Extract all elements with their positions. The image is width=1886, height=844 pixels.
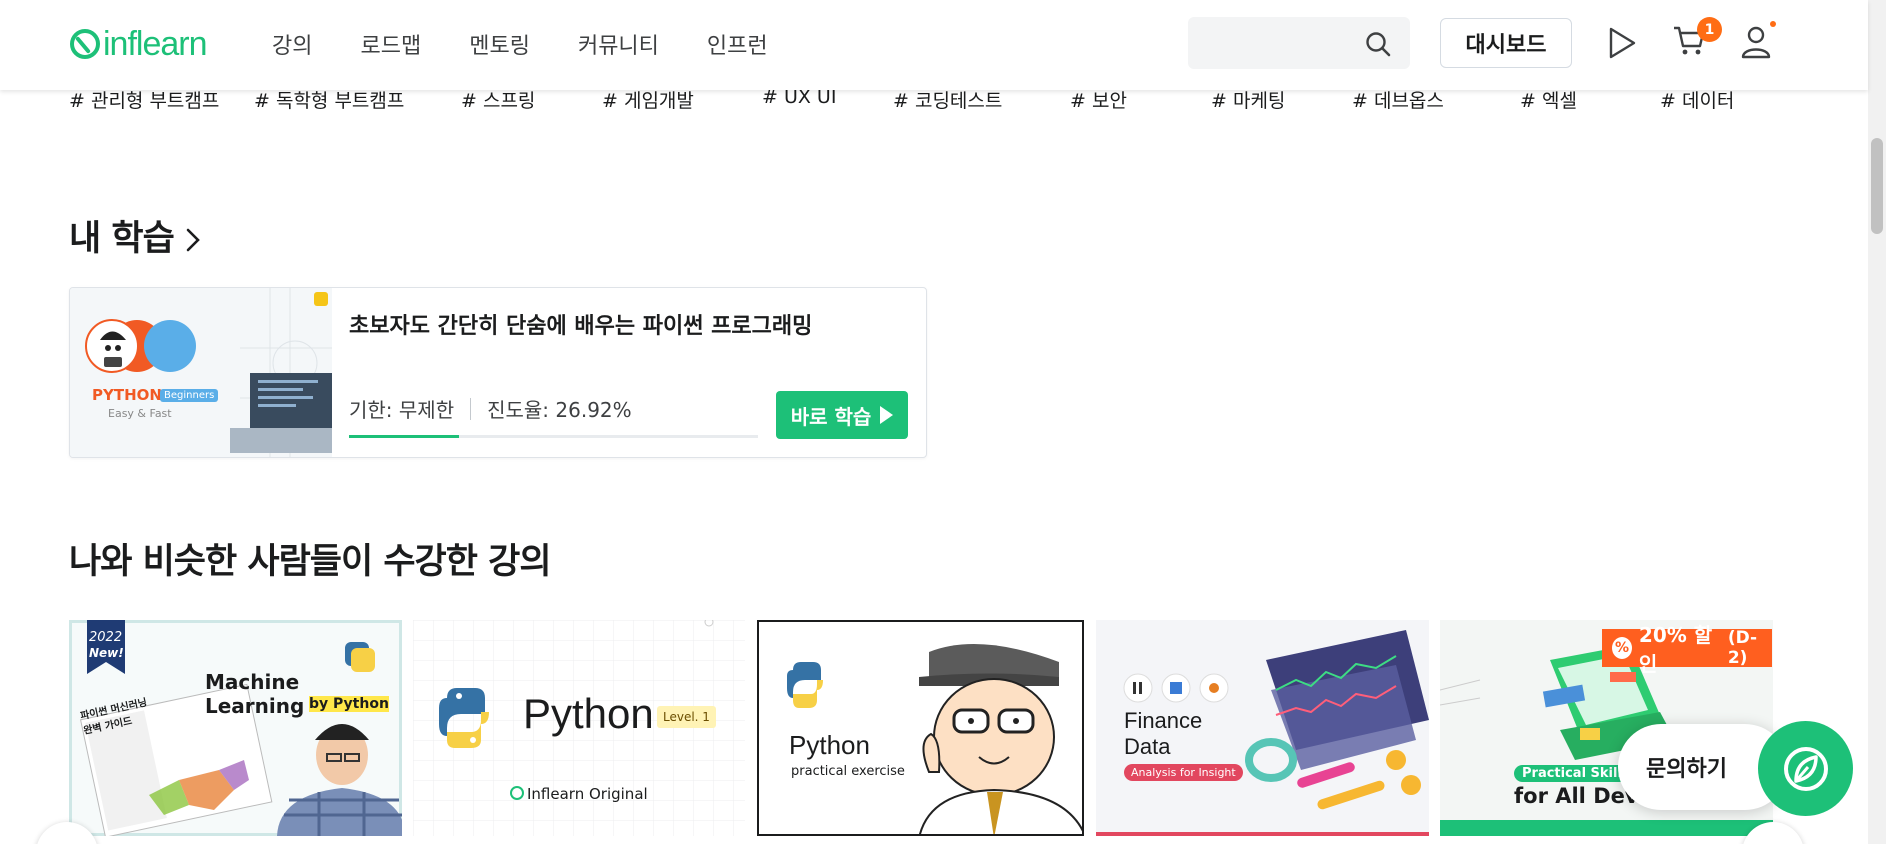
- tag-managed-bootcamp[interactable]: # 관리형 부트캠프: [69, 86, 219, 113]
- course-card-machine-learning[interactable]: 2022 New! Machine Learning by Python 파이썬…: [69, 620, 402, 836]
- inflearn-logo[interactable]: inflearn: [70, 24, 208, 63]
- python-practical-thumbnail-art: [787, 644, 1082, 834]
- tag-game-dev[interactable]: # 게임개발: [602, 86, 694, 113]
- course-skill-tag: Practical Skill: [1514, 765, 1630, 782]
- chat-leaf-icon[interactable]: [1758, 721, 1853, 816]
- course-card-python-practical[interactable]: Python practical exercise: [757, 620, 1084, 836]
- learning-period: 기한: 무제한: [349, 398, 455, 422]
- logo-mark-icon: [70, 29, 100, 59]
- course-new-badge: New!: [89, 646, 124, 660]
- course-tag-insight: Analysis for Insight: [1124, 764, 1243, 781]
- inquiry-label: 문의하기: [1646, 757, 1727, 782]
- tag-self-bootcamp[interactable]: # 독학형 부트캠프: [254, 86, 404, 113]
- tag-marketing[interactable]: # 마케팅: [1211, 86, 1285, 113]
- python-beginner-thumbnail-art: [70, 288, 332, 457]
- tag-data[interactable]: # 데이터: [1660, 86, 1734, 113]
- my-learning-card[interactable]: PYTHON Beginners Easy & Fast 초보자도 간단히 단숨…: [69, 287, 927, 458]
- course-subtitle-practical: practical exercise: [791, 764, 905, 779]
- progress-bar-fill: [349, 435, 460, 438]
- search-icon[interactable]: [1364, 30, 1392, 58]
- page-scrollbar[interactable]: [1868, 0, 1886, 844]
- tag-coding-test[interactable]: # 코딩테스트: [893, 86, 1002, 113]
- main-nav: 강의 로드맵 멘토링 커뮤니티 인프런: [272, 28, 816, 60]
- my-learning-title-text: 내 학습: [69, 219, 175, 259]
- thumb-subtitle: Easy & Fast: [108, 407, 172, 420]
- learning-course-title[interactable]: 초보자도 간단히 단숨에 배우는 파이썬 프로그래밍: [349, 308, 812, 340]
- learning-meta: 기한: 무제한 진도율: 26.92%: [349, 394, 632, 423]
- course-level-badge: Level. 1: [657, 706, 716, 728]
- thumb-beginners-tag: Beginners: [160, 389, 219, 402]
- nav-item-mentoring[interactable]: 멘토링: [469, 28, 530, 60]
- leaf-icon: [1783, 746, 1828, 791]
- notification-dot: [1770, 21, 1776, 27]
- course-subtitle-ml: by Python: [309, 696, 389, 712]
- discount-percent-icon: %: [1612, 637, 1632, 659]
- page: inflearn 강의 로드맵 멘토링 커뮤니티 인프런 대시보드 1 # 관리…: [0, 0, 1886, 844]
- course-thumbnail[interactable]: PYTHON Beginners Easy & Fast: [70, 288, 332, 457]
- scrollbar-thumb[interactable]: [1871, 138, 1883, 234]
- nav-item-courses[interactable]: 강의: [272, 28, 312, 60]
- play-triangle-icon: [880, 406, 894, 424]
- course-title-data: Data: [1124, 734, 1171, 759]
- my-learning-title[interactable]: 내 학습: [69, 210, 202, 261]
- course-card-python-level1[interactable]: Python Level. 1 Inflearn Original: [413, 620, 745, 836]
- tag-excel[interactable]: # 엑셀: [1520, 86, 1577, 113]
- course-brand-original: Inflearn Original: [527, 785, 648, 803]
- course-title-python-practical: Python: [789, 730, 870, 760]
- tag-spring[interactable]: # 스프링: [461, 86, 535, 113]
- recommended-section-title: 나와 비슷한 사람들이 수강한 강의: [69, 542, 552, 582]
- learning-progress-label: 진도율: 26.92%: [487, 398, 632, 422]
- nav-item-inflearn[interactable]: 인프런: [707, 28, 768, 60]
- continue-learning-button[interactable]: 바로 학습: [776, 391, 908, 439]
- logo-text: inflearn: [103, 24, 208, 63]
- cart-count-badge: 1: [1697, 17, 1722, 42]
- tag-security[interactable]: # 보안: [1070, 86, 1127, 113]
- course-title-python1: Python: [523, 690, 654, 737]
- progress-bar: [349, 435, 758, 438]
- course-card-finance-data[interactable]: Finance Data Analysis for Insight: [1096, 620, 1429, 836]
- dashboard-button[interactable]: 대시보드: [1440, 18, 1572, 68]
- discount-badge: % 20% 할인 (D-2): [1602, 623, 1772, 676]
- tag-devops[interactable]: # 데브옵스: [1352, 86, 1444, 113]
- discount-dday: (D-2): [1727, 628, 1758, 668]
- discount-label: 20% 할인: [1638, 623, 1713, 676]
- meta-divider: [470, 397, 472, 420]
- play-icon[interactable]: [1606, 26, 1638, 60]
- user-icon[interactable]: [1740, 24, 1772, 60]
- course-title-finance: Finance: [1124, 708, 1203, 733]
- nav-item-roadmap[interactable]: 로드맵: [360, 28, 421, 60]
- chevron-right-icon: [186, 228, 200, 252]
- continue-learning-label: 바로 학습: [790, 404, 872, 429]
- search-box: [1188, 17, 1410, 69]
- thumb-python-label: PYTHON: [92, 386, 162, 404]
- nav-item-community[interactable]: 커뮤니티: [578, 28, 659, 60]
- search-input[interactable]: [1188, 17, 1358, 69]
- header: inflearn 강의 로드맵 멘토링 커뮤니티 인프런 대시보드 1: [0, 0, 1868, 90]
- course-year-badge: 2022: [89, 630, 123, 645]
